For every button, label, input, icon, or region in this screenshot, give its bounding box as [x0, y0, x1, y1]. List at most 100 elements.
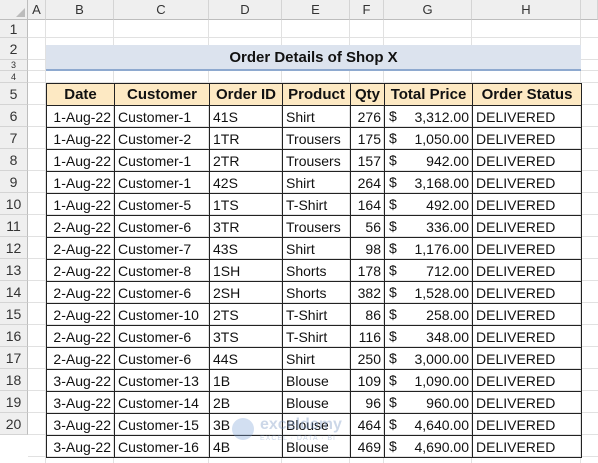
cell-order-status[interactable]: DELIVERED	[472, 149, 582, 172]
column-header-H[interactable]: H	[472, 0, 581, 20]
cell-total-price[interactable]: $492.00	[384, 193, 473, 216]
cell-customer[interactable]: Customer-8	[114, 259, 210, 282]
row-header-12[interactable]: 12	[0, 237, 28, 259]
cell-customer[interactable]: Customer-1	[114, 105, 210, 128]
cell-product[interactable]: Shorts	[282, 259, 351, 282]
sheet-title[interactable]: Order Details of Shop X	[46, 45, 581, 71]
cell-qty[interactable]: 116	[350, 325, 385, 348]
cell-product[interactable]: Shorts	[282, 281, 351, 304]
cell-qty[interactable]: 56	[350, 215, 385, 238]
cell-order-status[interactable]: DELIVERED	[472, 127, 582, 150]
cell-customer[interactable]: Customer-1	[114, 171, 210, 194]
row-header-19[interactable]: 19	[0, 391, 28, 413]
cell-customer[interactable]: Customer-6	[114, 347, 210, 370]
column-header-G[interactable]: G	[384, 0, 472, 20]
cell-product[interactable]: T-Shirt	[282, 303, 351, 326]
cell-customer[interactable]: Customer-13	[114, 369, 210, 392]
row-header-1[interactable]: 1	[0, 20, 28, 38]
cell-product[interactable]: Shirt	[282, 171, 351, 194]
cell-product[interactable]: Shirt	[282, 347, 351, 370]
cell-date[interactable]: 2-Aug-22	[46, 325, 115, 348]
column-header-B[interactable]: B	[46, 0, 114, 20]
cell-total-price[interactable]: $258.00	[384, 303, 473, 326]
cell-order-status[interactable]: DELIVERED	[472, 193, 582, 216]
cell-product[interactable]: Trousers	[282, 127, 351, 150]
row-header-18[interactable]: 18	[0, 369, 28, 391]
cell-date[interactable]: 1-Aug-22	[46, 193, 115, 216]
cell-customer[interactable]: Customer-16	[114, 435, 210, 458]
cell-total-price[interactable]: $3,312.00	[384, 105, 473, 128]
cell-product[interactable]: Trousers	[282, 149, 351, 172]
cell-order-status[interactable]: DELIVERED	[472, 413, 582, 436]
cell-date[interactable]: 3-Aug-22	[46, 435, 115, 458]
row-header-5[interactable]: 5	[0, 83, 28, 105]
cell-date[interactable]: 2-Aug-22	[46, 237, 115, 260]
cell-total-price[interactable]: $712.00	[384, 259, 473, 282]
cell-date[interactable]: 1-Aug-22	[46, 149, 115, 172]
cell-total-price[interactable]: $3,168.00	[384, 171, 473, 194]
cell-total-price[interactable]: $1,176.00	[384, 237, 473, 260]
cell-qty[interactable]: 178	[350, 259, 385, 282]
cell-order-id[interactable]: 44S	[209, 347, 283, 370]
column-header-F[interactable]: F	[350, 0, 384, 20]
cell-qty[interactable]: 250	[350, 347, 385, 370]
cell-total-price[interactable]: $348.00	[384, 325, 473, 348]
cell-total-price[interactable]: $3,000.00	[384, 347, 473, 370]
cell-customer[interactable]: Customer-6	[114, 325, 210, 348]
cell-customer[interactable]: Customer-5	[114, 193, 210, 216]
cell-date[interactable]: 2-Aug-22	[46, 281, 115, 304]
cell-qty[interactable]: 109	[350, 369, 385, 392]
cell-qty[interactable]: 164	[350, 193, 385, 216]
cell-product[interactable]: Trousers	[282, 215, 351, 238]
row-header-13[interactable]: 13	[0, 259, 28, 281]
cell-total-price[interactable]: $1,528.00	[384, 281, 473, 304]
cell-product[interactable]: Blouse	[282, 413, 351, 436]
cell-order-id[interactable]: 4B	[209, 435, 283, 458]
cell-order-status[interactable]: DELIVERED	[472, 347, 582, 370]
cell-order-status[interactable]: DELIVERED	[472, 303, 582, 326]
cell-order-status[interactable]: DELIVERED	[472, 171, 582, 194]
cell-order-id[interactable]: 3TS	[209, 325, 283, 348]
column-header-D[interactable]: D	[209, 0, 282, 20]
cell-qty[interactable]: 157	[350, 149, 385, 172]
cell-total-price[interactable]: $1,090.00	[384, 369, 473, 392]
cell-qty[interactable]: 86	[350, 303, 385, 326]
cell-customer[interactable]: Customer-15	[114, 413, 210, 436]
cell-date[interactable]: 3-Aug-22	[46, 413, 115, 436]
row-header-11[interactable]: 11	[0, 215, 28, 237]
cell-product[interactable]: Blouse	[282, 435, 351, 458]
header-cell-order-id[interactable]: Order ID	[209, 83, 283, 106]
cell-qty[interactable]: 175	[350, 127, 385, 150]
row-header-3[interactable]: 3	[0, 60, 28, 71]
cell-order-id[interactable]: 43S	[209, 237, 283, 260]
cell-customer[interactable]: Customer-10	[114, 303, 210, 326]
cell-order-id[interactable]: 1B	[209, 369, 283, 392]
cell-date[interactable]: 2-Aug-22	[46, 215, 115, 238]
cell-customer[interactable]: Customer-6	[114, 215, 210, 238]
cell-order-status[interactable]: DELIVERED	[472, 369, 582, 392]
row-header-9[interactable]: 9	[0, 171, 28, 193]
cell-order-id[interactable]: 1SH	[209, 259, 283, 282]
cell-date[interactable]: 1-Aug-22	[46, 105, 115, 128]
cell-qty[interactable]: 98	[350, 237, 385, 260]
cell-product[interactable]: Shirt	[282, 105, 351, 128]
cell-qty[interactable]: 464	[350, 413, 385, 436]
cell-total-price[interactable]: $960.00	[384, 391, 473, 414]
row-header-14[interactable]: 14	[0, 281, 28, 303]
cell-order-status[interactable]: DELIVERED	[472, 391, 582, 414]
column-header-C[interactable]: C	[114, 0, 209, 20]
row-header-20[interactable]: 20	[0, 413, 28, 435]
cell-customer[interactable]: Customer-1	[114, 149, 210, 172]
cell-customer[interactable]: Customer-2	[114, 127, 210, 150]
cell-customer[interactable]: Customer-7	[114, 237, 210, 260]
cell-order-id[interactable]: 2B	[209, 391, 283, 414]
cell-product[interactable]: Blouse	[282, 391, 351, 414]
column-header-E[interactable]: E	[282, 0, 350, 20]
cell-total-price[interactable]: $4,690.00	[384, 435, 473, 458]
cell-product[interactable]: T-Shirt	[282, 325, 351, 348]
cell-total-price[interactable]: $1,050.00	[384, 127, 473, 150]
cell-date[interactable]: 3-Aug-22	[46, 369, 115, 392]
cell-order-status[interactable]: DELIVERED	[472, 325, 582, 348]
cell-order-status[interactable]: DELIVERED	[472, 215, 582, 238]
cell-order-id[interactable]: 3B	[209, 413, 283, 436]
